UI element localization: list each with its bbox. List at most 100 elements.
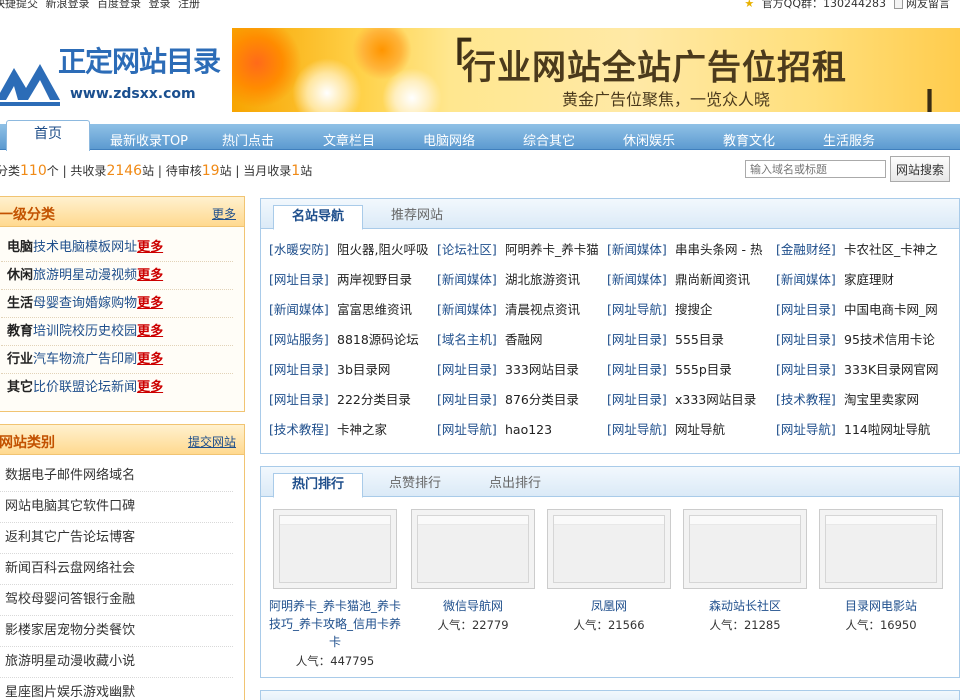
baidu-login-link[interactable]: 百度登录 [97,0,141,10]
category-link[interactable]: 校园 [111,324,137,339]
site-name-link[interactable]: 95技术信用卡论 [844,325,944,355]
submit-site-link[interactable]: 提交网站 [188,433,236,450]
site-name-link[interactable]: 8818源码论坛 [337,325,435,355]
site-type-link[interactable]: 星座 [5,685,31,700]
site-category-tag[interactable]: [金融财经] [776,235,836,265]
nav-item-life[interactable]: 生活服务 [823,130,875,149]
site-name-link[interactable]: 淘宝里卖家网 [844,385,944,415]
site-type-link[interactable]: 百科 [31,561,57,576]
site-category-tag[interactable]: [网址目录] [776,325,836,355]
category-link[interactable]: 新闻 [111,380,137,395]
site-type-link[interactable]: 宠物 [57,623,83,638]
site-type-link[interactable]: 驾校 [5,592,31,607]
site-category-tag[interactable]: [域名主机] [437,325,497,355]
site-name-link[interactable]: 114啦网址导航 [844,415,944,445]
category-more-link[interactable]: 更多 [212,205,236,222]
ranked-site-title[interactable]: 凤凰网 [539,597,679,615]
nav-item-misc[interactable]: 综合其它 [523,130,575,149]
category-link[interactable]: 技术 [33,240,59,255]
tab-like-ranking[interactable]: 点赞排行 [389,473,441,498]
site-category-tag[interactable]: [网址目录] [437,355,497,385]
site-type-link[interactable]: 幽默 [109,685,135,700]
site-category-tag[interactable]: [网址目录] [776,355,836,385]
register-link[interactable]: 注册 [178,0,200,10]
site-category-tag[interactable]: [网址导航] [607,295,667,325]
site-category-tag[interactable]: [网址导航] [607,415,667,445]
site-name-link[interactable]: 876分类目录 [505,385,603,415]
site-type-link[interactable]: 银行 [83,592,109,607]
category-link[interactable]: 查询 [59,296,85,311]
site-category-tag[interactable]: [新闻媒体] [269,295,329,325]
nav-home-tab[interactable]: 首页 [6,120,90,151]
site-name-link[interactable]: 富富思维资讯 [337,295,435,325]
site-type-link[interactable]: 广告 [57,530,83,545]
site-category-tag[interactable]: [水暖安防] [269,235,329,265]
site-type-link[interactable]: 邮件 [57,468,83,483]
site-type-link[interactable]: 域名 [109,468,135,483]
category-head-link[interactable]: 电脑 [7,240,33,255]
tab-recommended[interactable]: 推荐网站 [391,205,443,230]
site-name-link[interactable]: 鼎尚新闻资讯 [675,265,773,295]
site-name-link[interactable]: 333网站目录 [505,355,603,385]
site-type-link[interactable]: 金融 [109,592,135,607]
category-link[interactable]: 培训 [33,324,59,339]
category-row-more-link[interactable]: 更多 [137,352,163,367]
site-type-link[interactable]: 明星 [31,654,57,669]
category-link[interactable]: 动漫 [85,268,111,283]
nav-item-articles[interactable]: 文章栏目 [323,130,375,149]
site-type-link[interactable]: 分类 [83,623,109,638]
site-type-link[interactable]: 数据 [5,468,31,483]
site-type-link[interactable]: 小说 [109,654,135,669]
site-category-tag[interactable]: [技术教程] [269,415,329,445]
site-category-tag[interactable]: [技术教程] [776,385,836,415]
site-category-tag[interactable]: [网址目录] [607,325,667,355]
site-type-link[interactable]: 社会 [109,561,135,576]
site-category-tag[interactable]: [新闻媒体] [776,265,836,295]
site-name-link[interactable]: 卡神之家 [337,415,435,445]
site-type-link[interactable]: 旅游 [5,654,31,669]
site-name-link[interactable]: 阿明养卡_养卡猫 [505,235,603,265]
site-type-link[interactable]: 其它 [57,499,83,514]
site-name-link[interactable]: 湖北旅游资讯 [505,265,603,295]
category-link[interactable]: 联盟 [59,380,85,395]
site-category-tag[interactable]: [新闻媒体] [607,235,667,265]
category-link[interactable]: 论坛 [85,380,111,395]
site-name-link[interactable]: 222分类目录 [337,385,435,415]
site-name-link[interactable]: 3b目录网 [337,355,435,385]
site-name-link[interactable]: x333网站目录 [675,385,773,415]
site-category-tag[interactable]: [网址导航] [776,415,836,445]
site-category-tag[interactable]: [论坛社区] [437,235,497,265]
category-head-link[interactable]: 行业 [7,352,33,367]
site-thumbnail[interactable] [683,509,807,589]
search-input[interactable] [745,160,886,178]
site-type-link[interactable]: 图片 [31,685,57,700]
nav-item-education[interactable]: 教育文化 [723,130,775,149]
site-type-link[interactable]: 网站 [5,499,31,514]
site-category-tag[interactable]: [网址目录] [607,355,667,385]
site-name-link[interactable]: 搜搜企 [675,295,773,325]
site-type-link[interactable]: 影楼 [5,623,31,638]
category-row-more-link[interactable]: 更多 [137,268,163,283]
site-name-link[interactable]: 卡农社区_卡神之 [844,235,944,265]
site-category-tag[interactable]: [网址目录] [437,385,497,415]
site-category-tag[interactable]: [网址目录] [607,385,667,415]
category-link[interactable]: 汽车 [33,352,59,367]
tab-click-ranking[interactable]: 点出排行 [489,473,541,498]
site-type-link[interactable]: 娱乐 [57,685,83,700]
site-name-link[interactable]: 中国电商卡网_网 [844,295,944,325]
category-row-more-link[interactable]: 更多 [137,324,163,339]
site-category-tag[interactable]: [网址目录] [269,265,329,295]
site-type-link[interactable]: 其它 [31,530,57,545]
site-category-tag[interactable]: [网站服务] [269,325,329,355]
category-link[interactable]: 广告 [85,352,111,367]
sina-login-link[interactable]: 新浪登录 [46,0,90,10]
category-head-link[interactable]: 生活 [7,296,33,311]
site-type-link[interactable]: 网络 [83,561,109,576]
site-name-link[interactable]: hao123 [505,415,603,445]
site-name-link[interactable]: 两岸视野目录 [337,265,435,295]
category-link[interactable]: 旅游 [33,268,59,283]
site-name-link[interactable]: 串串头条网 - 热 [675,235,773,265]
site-thumbnail[interactable] [273,509,397,589]
site-category-tag[interactable]: [新闻媒体] [437,295,497,325]
nav-item-latest[interactable]: 最新收录TOP [110,130,188,149]
